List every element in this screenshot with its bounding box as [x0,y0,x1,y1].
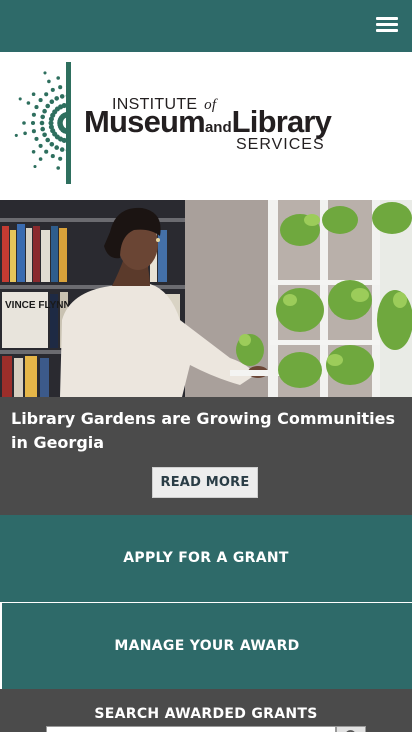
search-grants-section: SEARCH AWARDED GRANTS [0,689,412,732]
feature-caption: Library Gardens are Growing Communities … [0,397,412,515]
logo-text-museum-library: MuseumandLibrary [84,104,332,139]
manage-award-button[interactable]: MANAGE YOUR AWARD [0,603,412,689]
logo-area[interactable]: INSTITUTE of MuseumandLibrary SERVICES [0,52,412,200]
logo-text-services: SERVICES [236,136,325,153]
search-button[interactable] [336,726,366,732]
search-grants-label: SEARCH AWARDED GRANTS [94,706,318,722]
top-bar [0,0,412,52]
hero-image: VINCE FLYNN [0,200,412,397]
hamburger-menu-icon[interactable] [374,14,400,36]
read-more-button[interactable]: READ MORE [152,467,258,498]
search-grants-input[interactable] [46,726,336,732]
feature-title[interactable]: Library Gardens are Growing Communities … [11,407,401,455]
book-spine-text: VINCE FLYNN [5,300,71,311]
apply-for-grant-button[interactable]: APPLY FOR A GRANT [0,515,412,602]
imls-logo-mark-icon [14,62,71,184]
